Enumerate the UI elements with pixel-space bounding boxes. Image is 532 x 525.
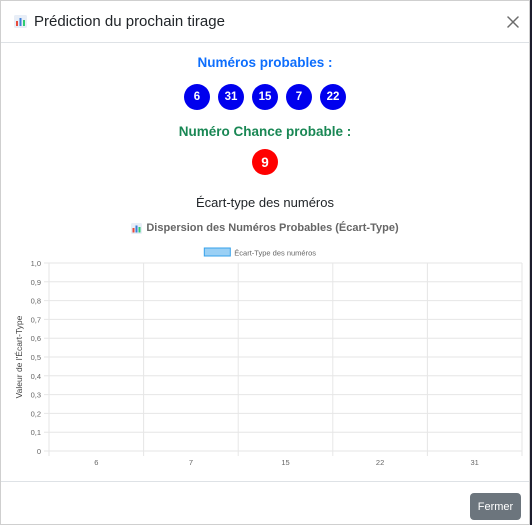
probable-numbers-title: Numéros probables :: [197, 55, 333, 70]
number-ball: 6: [184, 84, 210, 110]
legend-swatch: [203, 247, 231, 257]
prediction-modal: Prédiction du prochain tirage Numéros pr…: [0, 0, 530, 525]
std-section-title: Écart-type des numéros: [195, 195, 334, 210]
close-icon: [507, 16, 519, 28]
legend-label: Écart-Type des numéros: [234, 249, 316, 258]
x-tick-label: 15: [281, 458, 289, 467]
close-button[interactable]: [505, 14, 521, 30]
y-tick-label: 0: [37, 447, 41, 456]
y-tick-label: 0,8: [31, 297, 41, 306]
y-tick-label: 0,4: [31, 372, 41, 381]
std-deviation-chart: Écart-Type des numéros 1,0 0,9 0,8 0,7 0,6 0,5…: [14, 247, 523, 467]
y-tick-label: 0,9: [31, 278, 41, 287]
fermer-button[interactable]: Fermer: [470, 493, 521, 520]
probable-numbers-list: 6 31 15 7 22: [1, 84, 529, 110]
y-tick-label: 0,6: [31, 334, 41, 343]
y-tick-label: 0,1: [31, 428, 41, 437]
y-tick-label: 1,0: [31, 259, 41, 268]
number-ball: 15: [252, 84, 278, 110]
number-ball: 7: [286, 84, 312, 110]
chart-title: Dispersion des Numéros Probables (Écart-…: [146, 222, 399, 234]
bar-chart-icon: [131, 222, 143, 234]
number-ball: 31: [218, 84, 244, 110]
x-tick-label: 31: [471, 458, 479, 467]
chance-number-title: Numéro Chance probable :: [178, 124, 352, 139]
y-axis-title: Valeur de l'Écart-Type: [14, 315, 24, 398]
x-tick-label: 6: [94, 458, 98, 467]
chance-number-list: 9: [1, 149, 529, 175]
modal-footer: Fermer: [1, 481, 529, 524]
modal-header: Prédiction du prochain tirage: [1, 1, 529, 43]
bar-chart-icon: [14, 15, 27, 28]
chance-ball: 9: [252, 149, 278, 175]
x-tick-label: 7: [189, 458, 193, 467]
y-tick-label: 0,7: [31, 315, 41, 324]
chart-title-row: Dispersion des Numéros Probables (Écart-…: [1, 221, 529, 235]
y-tick-label: 0,3: [31, 391, 41, 400]
y-tick-label: 0,5: [31, 353, 41, 362]
x-tick-label: 22: [376, 458, 384, 467]
y-tick-label: 0,2: [31, 409, 41, 418]
modal-title: Prédiction du prochain tirage: [34, 13, 225, 30]
number-ball: 22: [320, 84, 346, 110]
